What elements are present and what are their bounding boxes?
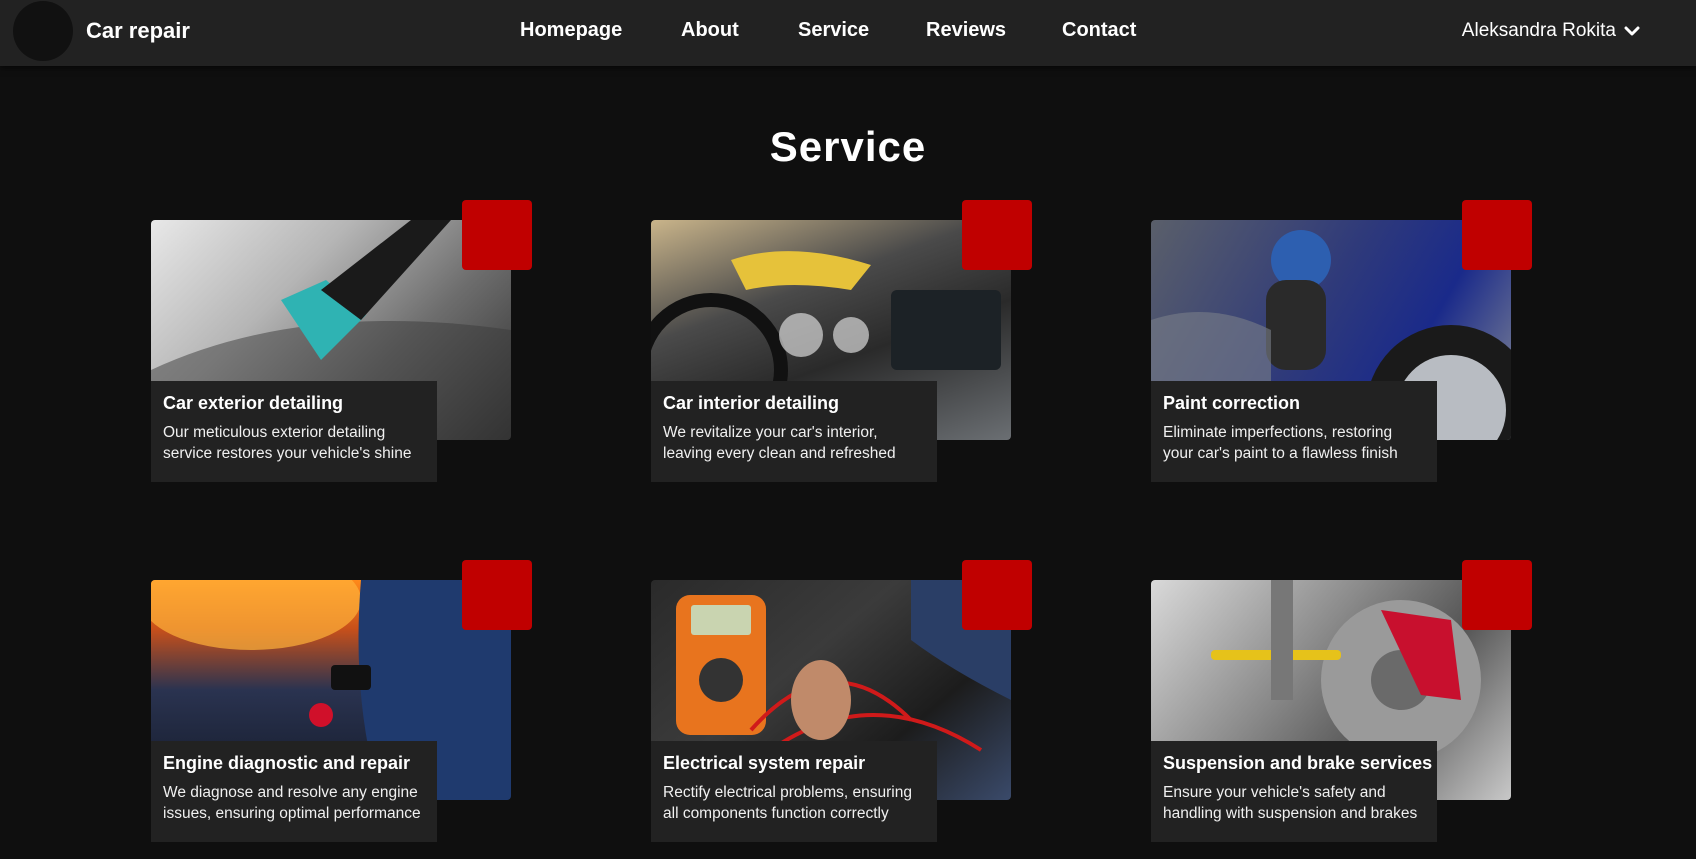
accent-square bbox=[962, 560, 1032, 630]
service-card[interactable]: Car exterior detailing Our meticulous ex… bbox=[151, 200, 532, 482]
service-caption: Car exterior detailing Our meticulous ex… bbox=[151, 381, 437, 482]
service-title: Paint correction bbox=[1163, 393, 1301, 413]
accent-square bbox=[1462, 560, 1532, 630]
brand-name[interactable]: Car repair bbox=[86, 18, 190, 44]
service-title: Electrical system repair bbox=[663, 753, 866, 773]
nav-about[interactable]: About bbox=[681, 19, 739, 42]
service-caption: Suspension and brake services Ensure you… bbox=[1151, 741, 1437, 842]
service-caption: Paint correction Eliminate imperfections… bbox=[1151, 381, 1437, 482]
accent-square bbox=[462, 560, 532, 630]
service-description: Our meticulous exterior detailing servic… bbox=[163, 424, 412, 462]
logo[interactable] bbox=[13, 1, 73, 61]
service-card[interactable]: Engine diagnostic and repair We diagnose… bbox=[151, 560, 532, 842]
navbar: Car repair Homepage About Service Review… bbox=[0, 0, 1696, 66]
service-title: Car exterior detailing bbox=[163, 393, 344, 413]
user-menu[interactable]: Aleksandra Rokita bbox=[1462, 20, 1640, 42]
accent-square bbox=[462, 200, 532, 270]
chevron-down-icon bbox=[1624, 26, 1640, 36]
service-title: Engine diagnostic and repair bbox=[163, 753, 411, 773]
service-card[interactable]: Suspension and brake services Ensure you… bbox=[1151, 560, 1532, 842]
service-description: We diagnose and resolve any engine issue… bbox=[163, 784, 421, 822]
service-caption: Electrical system repair Rectify electri… bbox=[651, 741, 937, 842]
nav-reviews[interactable]: Reviews bbox=[926, 19, 1006, 42]
service-title: Car interior detailing bbox=[663, 393, 840, 413]
accent-square bbox=[1462, 200, 1532, 270]
service-description: Rectify electrical problems, ensuring al… bbox=[663, 784, 912, 822]
service-description: Ensure your vehicle's safety and handlin… bbox=[1163, 784, 1418, 822]
nav-contact[interactable]: Contact bbox=[1062, 19, 1136, 42]
service-caption: Car interior detailing We revitalize you… bbox=[651, 381, 937, 482]
service-caption: Engine diagnostic and repair We diagnose… bbox=[151, 741, 437, 842]
service-description: We revitalize your car's interior, leavi… bbox=[663, 424, 896, 462]
user-name: Aleksandra Rokita bbox=[1461, 20, 1616, 41]
service-card[interactable]: Paint correction Eliminate imperfections… bbox=[1151, 200, 1532, 482]
service-title: Suspension and brake services bbox=[1163, 753, 1433, 773]
service-card[interactable]: Electrical system repair Rectify electri… bbox=[651, 560, 1032, 842]
page-title: Service bbox=[769, 123, 927, 170]
service-description: Eliminate imperfections, restoring your … bbox=[1163, 424, 1398, 462]
accent-square bbox=[962, 200, 1032, 270]
service-card[interactable]: Car interior detailing We revitalize you… bbox=[651, 200, 1032, 482]
nav-service[interactable]: Service bbox=[798, 19, 869, 42]
nav-homepage[interactable]: Homepage bbox=[520, 19, 622, 42]
